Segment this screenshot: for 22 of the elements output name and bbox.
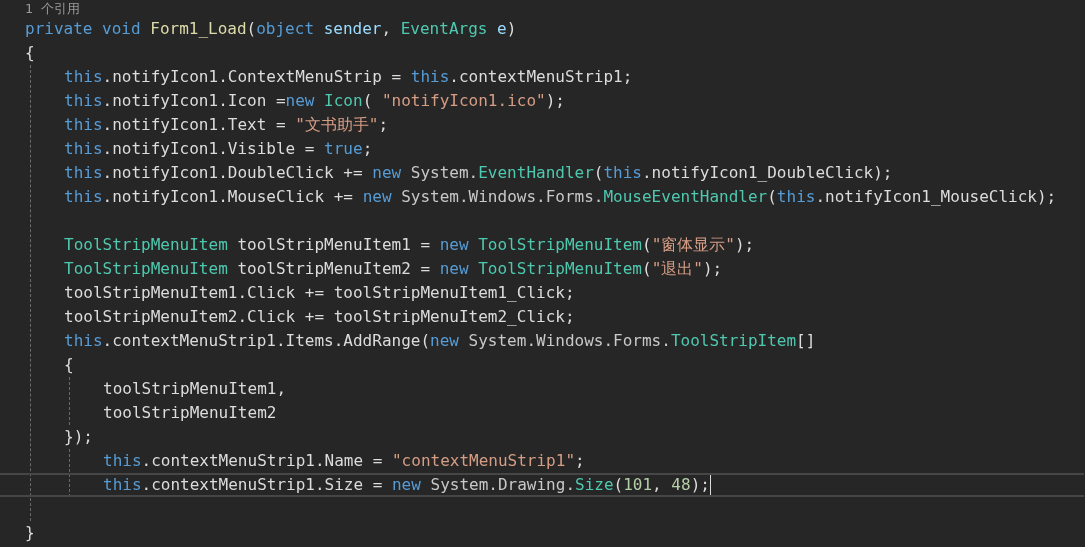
- code-line: toolStripMenuItem2.Click += toolStripMenuItem2_Click;: [64, 306, 575, 328]
- code-line: {: [25, 42, 35, 64]
- code-line: this.contextMenuStrip1.Items.AddRange(new System.Windows.Forms.ToolStripItem[]: [64, 330, 816, 352]
- code-line: this.notifyIcon1.ContextMenuStrip = this.contextMenuStrip1;: [64, 66, 633, 88]
- code-line: });: [64, 426, 93, 448]
- code-line: this.notifyIcon1.Icon =new Icon( "notifyIcon1.ico");: [64, 90, 565, 112]
- code-line: ToolStripMenuItem toolStripMenuItem1 = new ToolStripMenuItem("窗体显示");: [64, 234, 755, 256]
- code-line: toolStripMenuItem2: [103, 402, 277, 424]
- text-cursor: [709, 475, 711, 495]
- code-line: this.notifyIcon1.Visible = true;: [64, 138, 373, 160]
- code-line: ToolStripMenuItem toolStripMenuItem2 = new ToolStripMenuItem("退出");: [64, 258, 723, 280]
- code-line: this.notifyIcon1.Text = "文书助手";: [64, 114, 389, 136]
- code-line: toolStripMenuItem1.Click += toolStripMenuItem1_Click;: [64, 282, 575, 304]
- code-line: this.notifyIcon1.DoubleClick += new System.EventHandler(this.notifyIcon1_DoubleClick);: [64, 162, 893, 184]
- code-line: toolStripMenuItem1,: [103, 378, 287, 400]
- code-line: }: [25, 522, 35, 544]
- code-line: private void Form1_Load(object sender, EventArgs e): [25, 18, 517, 40]
- code-line: {: [64, 354, 74, 376]
- code-line: this.contextMenuStrip1.Size = new System.Drawing.Size(101, 48);: [103, 475, 710, 495]
- code-line: this.notifyIcon1.MouseClick += new System.Windows.Forms.MouseEventHandler(this.notifyIcon1_MouseClick);: [64, 186, 1057, 208]
- code-line: this.contextMenuStrip1.Name = "contextMenuStrip1";: [103, 450, 585, 472]
- reference-count-link[interactable]: 1 个引用: [25, 0, 80, 17]
